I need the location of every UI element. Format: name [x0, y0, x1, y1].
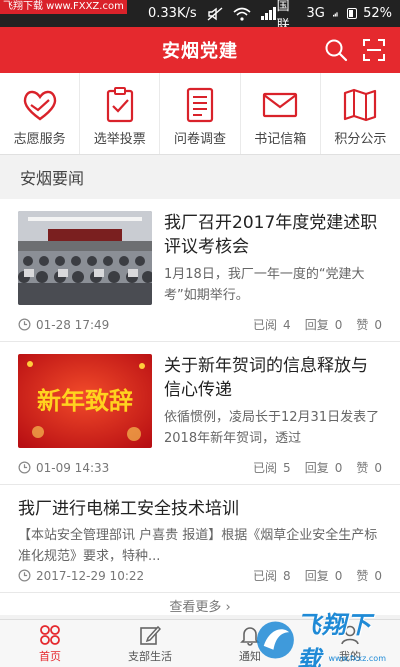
site-watermark: 飞翔下载 www.fxxz.com: [254, 611, 394, 667]
news-item[interactable]: 我厂召开2017年度党建述职评议考核会 1月18日，我厂一年一度的“党建大考”如…: [0, 199, 400, 342]
mute-icon: [207, 6, 223, 21]
news-item[interactable]: 我厂进行电梯工安全技术培训 【本站安全管理部讯 户喜贵 报道】根据《烟草企业安全…: [0, 485, 400, 593]
tab-branch-life[interactable]: 支部生活: [100, 620, 200, 667]
network-speed: 0.33K/s: [148, 6, 197, 21]
mail-envelope-icon: [263, 92, 298, 118]
news-date: 01-28 17:49: [36, 317, 110, 332]
news-list: 我厂召开2017年度党建述职评议考核会 1月18日，我厂一年一度的“党建大考”如…: [0, 199, 400, 615]
page-title: 安烟党建: [162, 41, 238, 62]
thumb-text: 新年致辞: [37, 386, 133, 415]
clock-icon: [18, 318, 31, 331]
read-count: 已阅 8: [253, 569, 291, 583]
reply-count: 回复 0: [304, 318, 343, 332]
scan-icon[interactable]: [362, 38, 386, 62]
news-meta: 2017-12-29 10:22 已阅 8 回复 0 赞0: [18, 567, 382, 584]
news-meta: 01-09 14:33 已阅 5 回复 0 赞0: [18, 459, 382, 476]
nav-label: 书记信箱: [254, 132, 307, 147]
news-date: 2017-12-29 10:22: [36, 568, 145, 583]
reply-count: 回复 0: [304, 569, 343, 583]
nav-secretary-mailbox[interactable]: 书记信箱: [241, 73, 321, 154]
news-summary: 1月18日，我厂一年一度的“党建大考”如期举行。: [164, 267, 365, 303]
signal-icon-2: [332, 11, 338, 17]
app-header: 安烟党建: [0, 27, 400, 73]
search-icon[interactable]: [324, 38, 348, 62]
nav-volunteer-service[interactable]: 志愿服务: [0, 73, 81, 154]
tab-home[interactable]: 首页: [0, 620, 100, 667]
news-item[interactable]: 新年致辞 关于新年贺词的信息释放与信心传递 依循惯例，凌局长于12月31日发表了…: [0, 342, 400, 485]
nav-label: 选举投票: [93, 132, 146, 147]
section-title: 安烟要闻: [0, 155, 400, 199]
nav-label: 积分公示: [334, 132, 387, 147]
like-count[interactable]: 赞0: [356, 567, 382, 584]
news-summary: 【本站安全管理部讯 户喜贵 报道】根据《烟草企业安全生产标准化规范》要求，特种.…: [18, 528, 378, 564]
watermark-logo: [256, 621, 294, 659]
nav-survey[interactable]: 问卷调查: [160, 73, 241, 154]
quick-nav: 志愿服务 选举投票 问卷调查 书记信箱 积分公示: [0, 73, 400, 155]
news-title: 我厂召开2017年度党建述职评议考核会: [164, 213, 378, 257]
clock-icon: [18, 569, 31, 582]
news-meta: 01-28 17:49 已阅 4 回复 0 赞0: [18, 316, 382, 333]
reply-count: 回复 0: [304, 461, 343, 475]
map-book-icon: [344, 88, 377, 122]
heart-hands-icon: [23, 90, 56, 121]
signal-icon: [260, 7, 276, 20]
news-summary: 依循惯例，凌局长于12月31日发表了2018年新年贺词，透过: [164, 410, 380, 446]
vote-clipboard-icon: [106, 87, 133, 123]
news-thumbnail: [18, 211, 152, 305]
news-thumbnail: 新年致辞: [18, 354, 152, 448]
tab-label: 首页: [39, 649, 61, 663]
nav-points-public[interactable]: 积分公示: [321, 73, 400, 154]
read-count: 已阅 4: [253, 318, 291, 332]
nav-election-vote[interactable]: 选举投票: [80, 73, 161, 154]
nav-label: 志愿服务: [13, 132, 66, 147]
network-type: 3G: [306, 6, 325, 21]
news-date: 01-09 14:33: [36, 460, 110, 475]
status-bar: 飞翔下载 www.FXXZ.com 0.33K/s 中国联通 3G 52%: [0, 0, 400, 52]
news-title: 关于新年贺词的信息释放与信心传递: [164, 356, 368, 400]
edit-icon: [140, 625, 161, 645]
top-watermark: 飞翔下载 www.FXXZ.com: [0, 0, 127, 14]
clock-icon: [18, 461, 31, 474]
battery-percent: 52%: [363, 6, 392, 21]
like-count[interactable]: 赞0: [356, 459, 382, 476]
battery-icon: [346, 8, 358, 19]
news-title: 我厂进行电梯工安全技术培训: [18, 499, 239, 519]
like-count[interactable]: 赞0: [356, 316, 382, 333]
read-count: 已阅 5: [253, 461, 291, 475]
nav-label: 问卷调查: [174, 132, 227, 147]
new-year-greeting-image: 新年致辞: [18, 354, 152, 448]
survey-document-icon: [186, 87, 214, 123]
home-grid-icon: [40, 624, 60, 645]
watermark-url: www.fxxz.com: [328, 654, 386, 663]
wifi-icon: [233, 7, 251, 21]
tab-label: 支部生活: [128, 649, 172, 663]
meeting-photo-image: [18, 211, 152, 305]
